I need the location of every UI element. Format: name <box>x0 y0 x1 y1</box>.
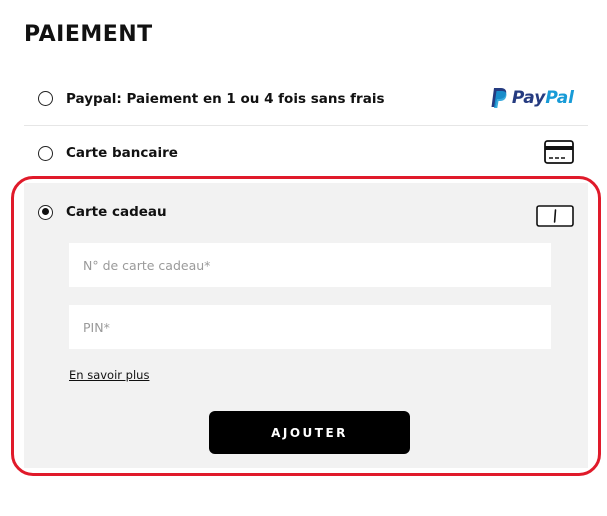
learn-more-link[interactable]: En savoir plus <box>69 368 149 382</box>
payment-option-paypal[interactable]: Paypal: Paiement en 1 ou 4 fois sans fra… <box>24 72 588 126</box>
paypal-radio[interactable] <box>38 91 53 106</box>
card-radio[interactable] <box>38 145 53 161</box>
gift-card-header[interactable]: Carte cadeau <box>24 197 167 227</box>
page-title: PAIEMENT <box>24 22 153 47</box>
gift-card-panel-highlight: Carte cadeau En savoir plus AJOUTER <box>11 176 601 476</box>
add-gift-card-button[interactable]: AJOUTER <box>209 411 410 454</box>
credit-card-icon <box>544 140 574 168</box>
gift-card-radio[interactable] <box>38 204 53 220</box>
gift-card-option-label: Carte cadeau <box>66 204 167 220</box>
paypal-logo-pal: Pal <box>545 88 574 108</box>
gift-card-icon <box>536 205 574 231</box>
gift-card-pin-input[interactable] <box>69 305 551 349</box>
gift-card-number-input[interactable] <box>69 243 551 287</box>
card-option-label: Carte bancaire <box>66 145 178 161</box>
paypal-logo: PayPal <box>490 87 574 109</box>
paypal-option-label: Paypal: Paiement en 1 ou 4 fois sans fra… <box>66 90 385 107</box>
payment-option-gift-card: Carte cadeau En savoir plus AJOUTER <box>24 183 588 468</box>
paypal-p-icon <box>491 88 507 108</box>
paypal-logo-pay: Pay <box>511 88 546 108</box>
payment-option-card[interactable]: Carte bancaire <box>24 127 588 179</box>
